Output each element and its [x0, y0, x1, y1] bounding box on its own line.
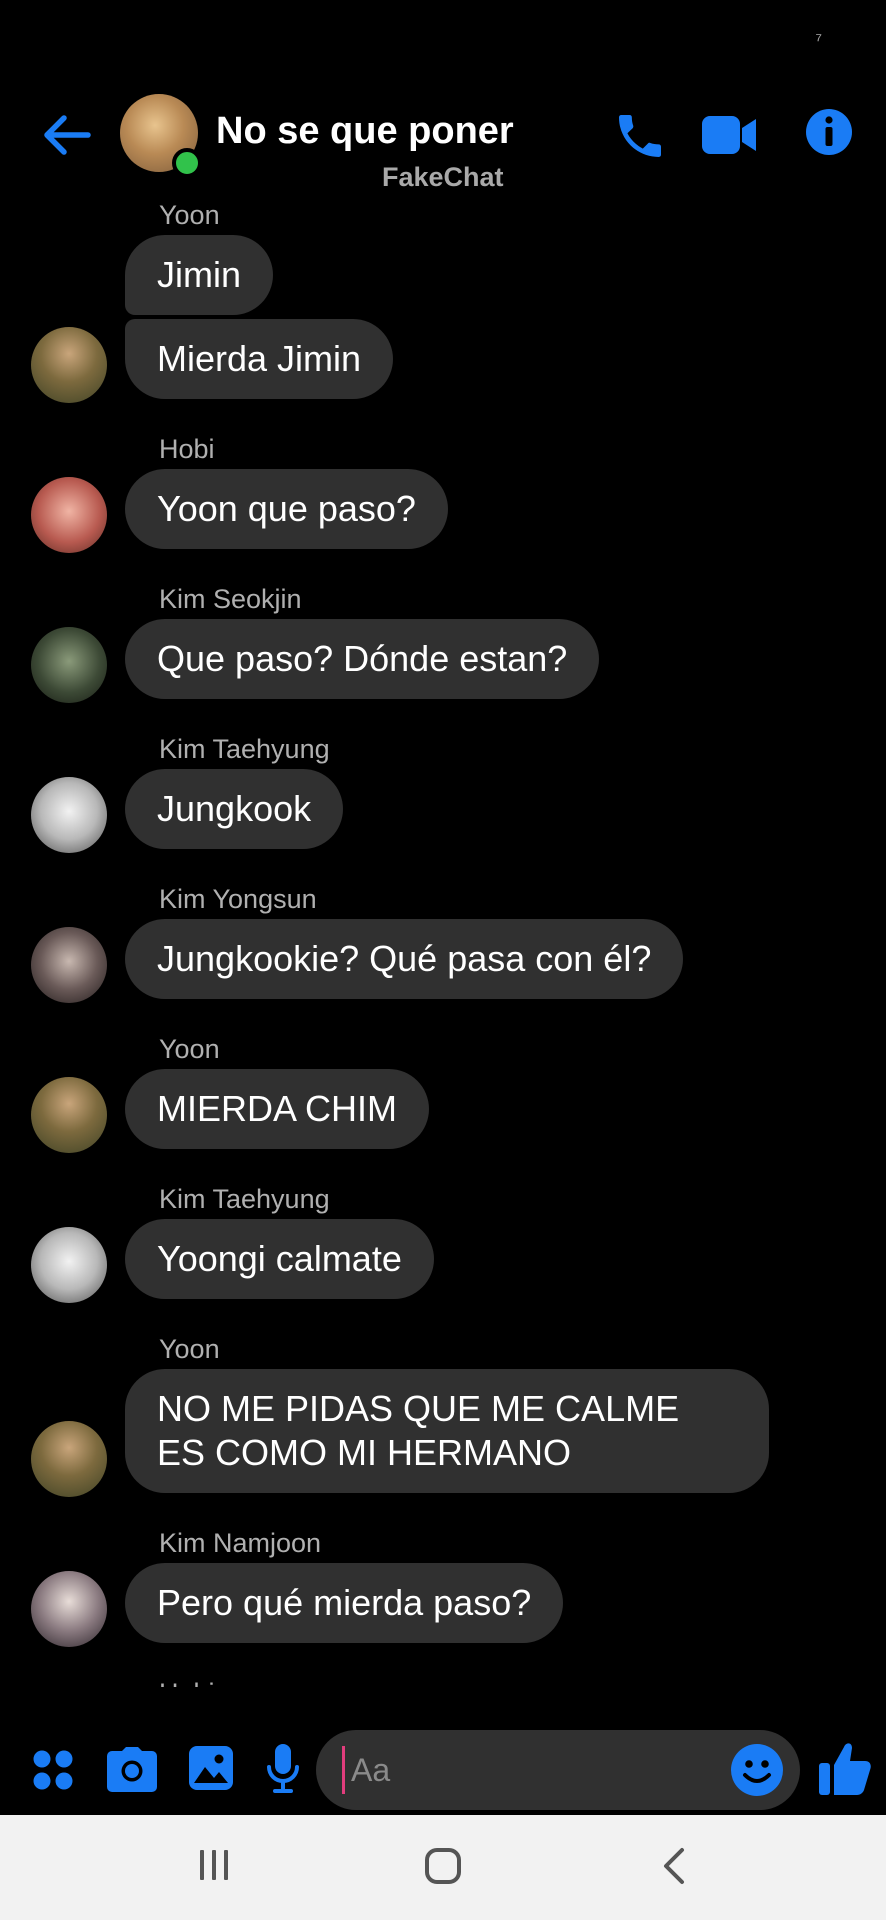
status-glyph: ⁷ — [815, 30, 822, 50]
message-input-container[interactable] — [316, 1730, 800, 1810]
sender-name: Kim Taehyung — [159, 734, 330, 764]
sender-name: Yoon — [159, 200, 220, 230]
avatar-seokjin[interactable] — [31, 627, 107, 703]
message-group: Kim Seokjin Que paso? Dónde estan? — [0, 579, 886, 703]
avatar-yoon[interactable] — [31, 327, 107, 403]
chat-header: No se que poner FakeChat — [0, 90, 886, 205]
message-bubble[interactable]: MIERDA CHIM — [125, 1069, 430, 1149]
back-arrow-icon[interactable] — [38, 110, 98, 160]
composer-bar — [0, 1725, 886, 1815]
video-camera-icon[interactable] — [700, 112, 758, 158]
recent-apps-icon[interactable] — [196, 1847, 232, 1883]
back-icon[interactable] — [660, 1847, 688, 1885]
message-bubble[interactable]: Jungkook — [125, 769, 344, 849]
message-input[interactable] — [342, 1746, 713, 1794]
message-group: Hobi Yoon que paso? — [0, 429, 886, 553]
apps-grid-icon[interactable] — [32, 1749, 74, 1791]
info-icon[interactable] — [804, 107, 854, 157]
avatar-namjoon[interactable] — [31, 1571, 107, 1647]
message-list[interactable]: Yoon Jimin Mierda Jimin Hobi Yoon que pa… — [0, 195, 886, 1715]
system-navigation-bar — [0, 1815, 886, 1920]
image-icon[interactable] — [188, 1745, 234, 1791]
sender-name-partial: Hobi — [159, 1673, 886, 1687]
message-group: Yoon NO ME PIDAS QUE ME CALME ES COMO MI… — [0, 1329, 886, 1497]
chat-subtitle: FakeChat — [382, 162, 504, 192]
message-group: Kim Namjoon Pero qué mierda paso? — [0, 1523, 886, 1647]
avatar-yoon[interactable] — [31, 1421, 107, 1497]
home-icon[interactable] — [424, 1847, 462, 1885]
message-bubble[interactable]: Jungkookie? Qué pasa con él? — [125, 919, 684, 999]
message-bubble[interactable]: Mierda Jimin — [125, 319, 394, 399]
message-bubble[interactable]: Pero qué mierda paso? — [125, 1563, 564, 1643]
avatar-yongsun[interactable] — [31, 927, 107, 1003]
avatar-taehyung[interactable] — [31, 777, 107, 853]
sender-name: Kim Taehyung — [159, 1184, 330, 1214]
message-group: Kim Yongsun Jungkookie? Qué pasa con él? — [0, 879, 886, 1003]
message-group: Yoon Jimin Mierda Jimin — [0, 195, 886, 403]
microphone-icon[interactable] — [266, 1743, 300, 1795]
avatar-hobi[interactable] — [31, 477, 107, 553]
message-group: Kim Taehyung Yoongi calmate — [0, 1179, 886, 1303]
message-group: Yoon MIERDA CHIM — [0, 1029, 886, 1153]
message-bubble[interactable]: Jimin — [125, 235, 274, 315]
avatar-taehyung[interactable] — [31, 1227, 107, 1303]
phone-icon[interactable] — [612, 108, 668, 164]
message-group: Kim Taehyung Jungkook — [0, 729, 886, 853]
message-bubble[interactable]: Yoon que paso? — [125, 469, 448, 549]
chat-title[interactable]: No se que poner — [216, 110, 514, 153]
avatar-yoon[interactable] — [31, 1077, 107, 1153]
message-bubble[interactable]: NO ME PIDAS QUE ME CALME ES COMO MI HERM… — [125, 1369, 769, 1493]
emoji-icon[interactable] — [730, 1743, 784, 1797]
sender-name: Yoon — [159, 1334, 220, 1364]
sender-name: Kim Seokjin — [159, 584, 302, 614]
camera-icon[interactable] — [106, 1747, 158, 1793]
message-bubble[interactable]: Yoongi calmate — [125, 1219, 434, 1299]
sender-name: Yoon — [159, 1034, 220, 1064]
thumbs-up-icon[interactable] — [818, 1739, 872, 1797]
online-status-indicator — [172, 148, 202, 178]
sender-name: Kim Namjoon — [159, 1528, 322, 1558]
sender-name: Kim Yongsun — [159, 884, 317, 914]
status-bar: ⁷ — [0, 0, 886, 90]
sender-name: Hobi — [159, 434, 215, 464]
message-bubble[interactable]: Que paso? Dónde estan? — [125, 619, 600, 699]
